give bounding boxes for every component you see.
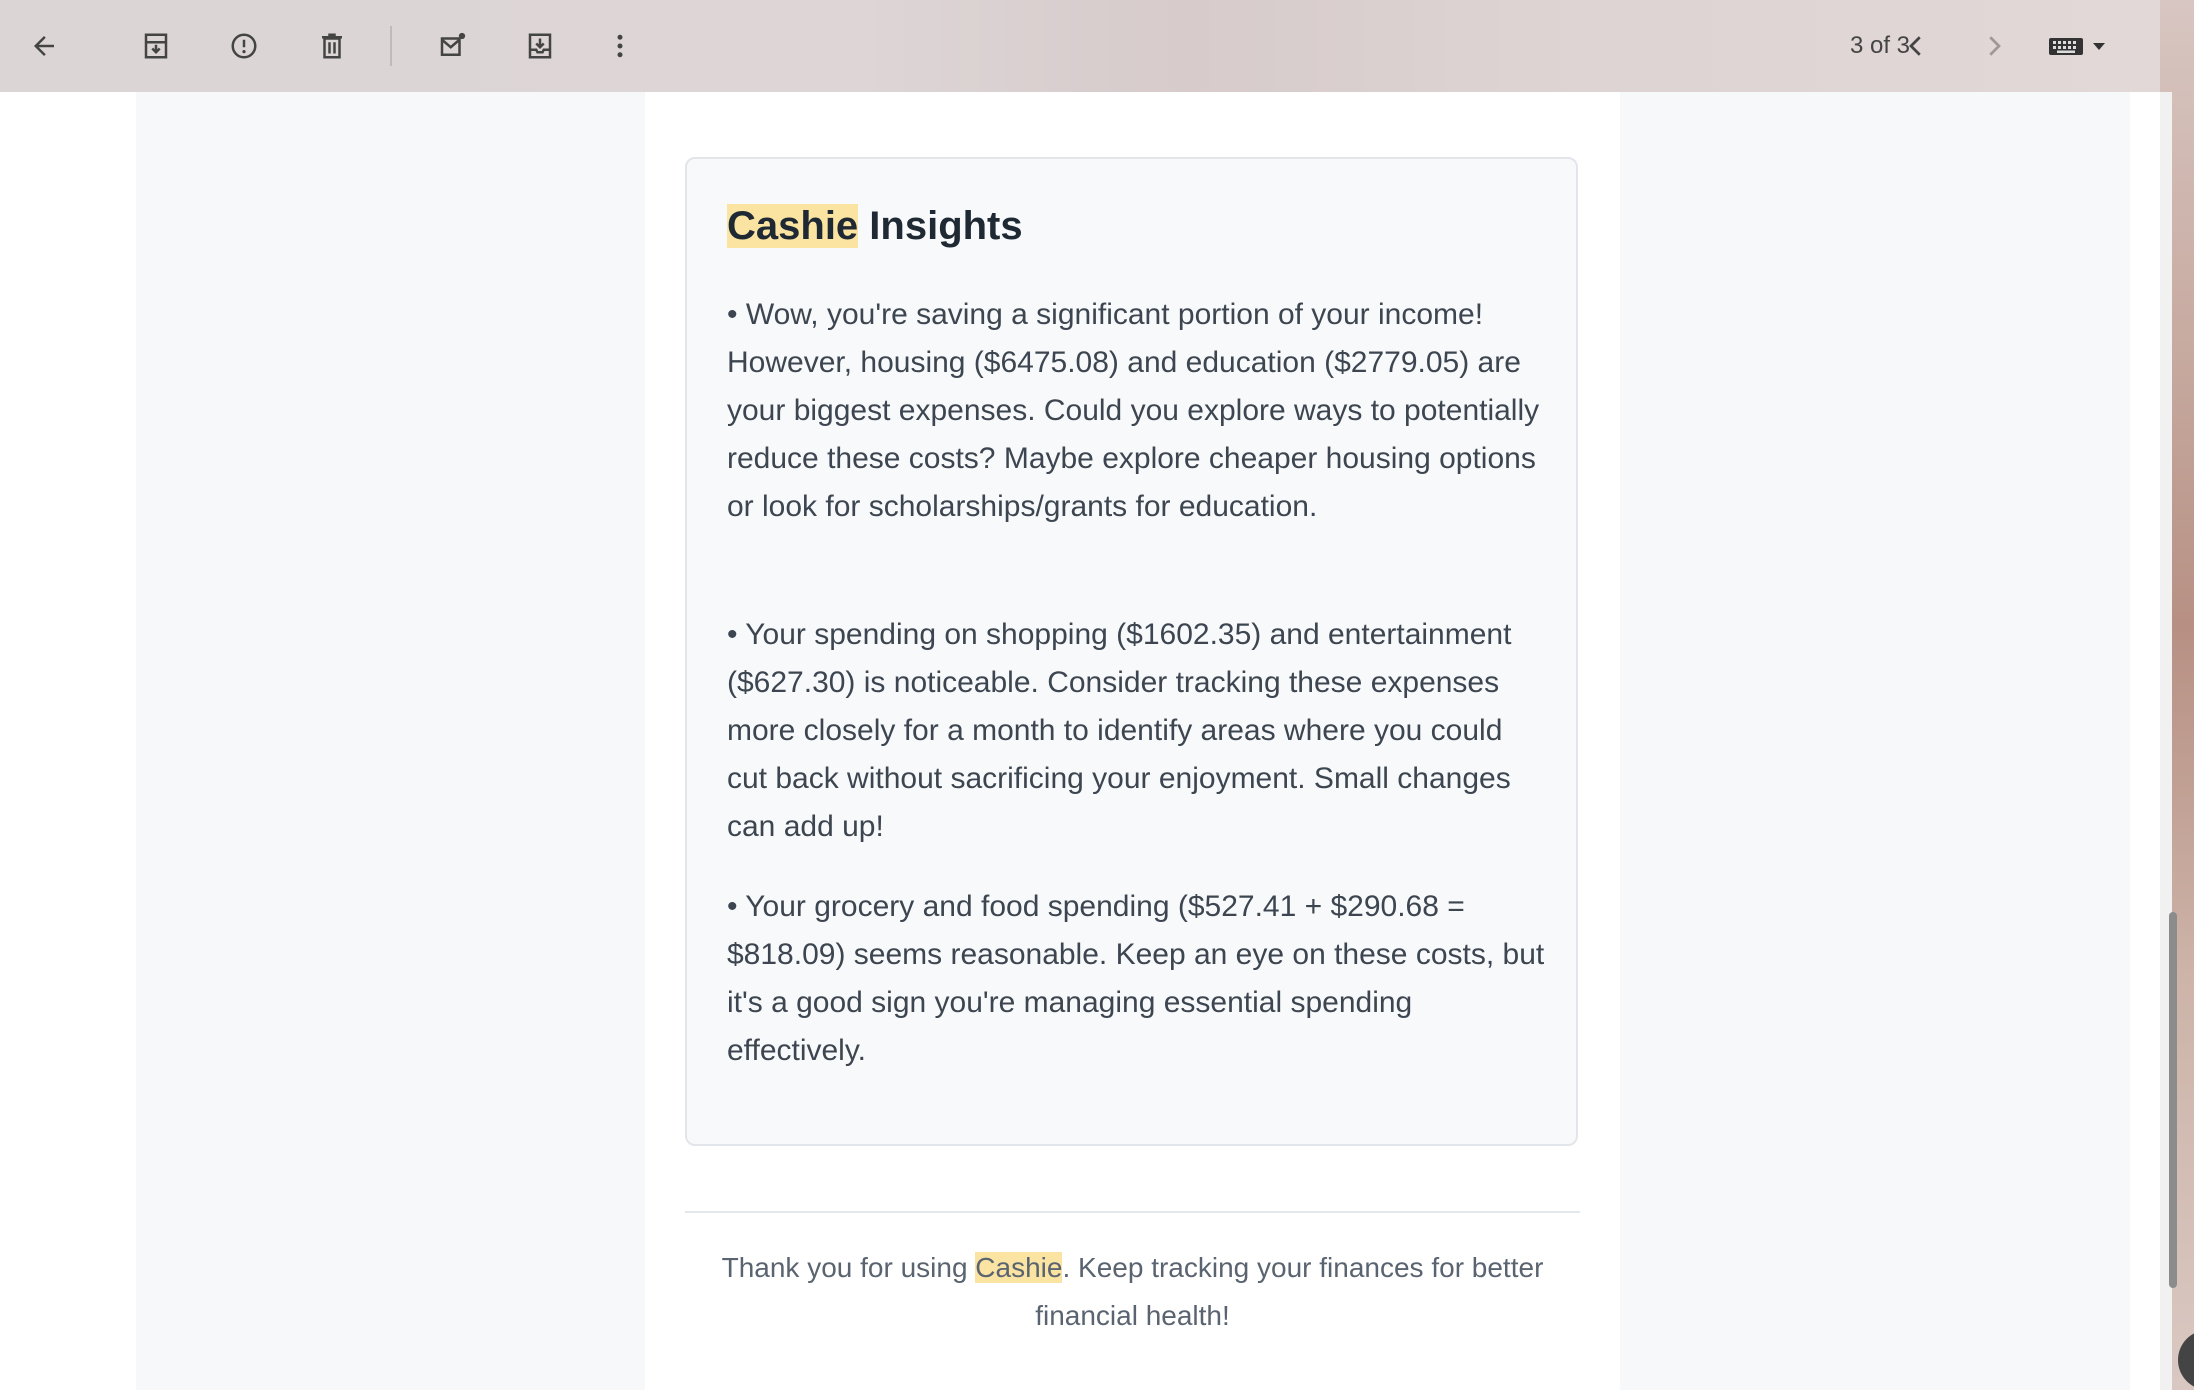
footer-message: Thank you for using Cashie. Keep trackin… bbox=[685, 1244, 1580, 1340]
mark-unread-button[interactable] bbox=[424, 18, 480, 74]
more-vert-icon bbox=[617, 34, 623, 58]
more-options-button[interactable] bbox=[592, 18, 648, 74]
move-to-button[interactable] bbox=[512, 18, 568, 74]
archive-button[interactable] bbox=[128, 18, 184, 74]
report-spam-button[interactable] bbox=[216, 18, 272, 74]
footer-divider bbox=[685, 1211, 1580, 1213]
insights-title-rest: Insights bbox=[858, 204, 1023, 248]
insight-item: • Wow, you're saving a significant porti… bbox=[727, 298, 1540, 523]
mail-unread-icon bbox=[440, 32, 466, 56]
insight-item: • Your spending on shopping ($1602.35) a… bbox=[727, 618, 1512, 843]
insight-item: • Your grocery and food spending ($527.4… bbox=[727, 890, 1545, 1067]
insights-card: Cashie Insights • Wow, you're saving a s… bbox=[685, 157, 1578, 1146]
back-button[interactable] bbox=[16, 18, 72, 74]
chevron-left-icon bbox=[1909, 36, 1921, 56]
older-email-button[interactable] bbox=[1966, 18, 2022, 74]
brand-highlight: Cashie bbox=[727, 204, 859, 248]
footer-prefix: Thank you for using bbox=[721, 1252, 976, 1283]
input-tools-toggle[interactable] bbox=[2048, 28, 2120, 64]
newer-email-button[interactable] bbox=[1888, 18, 1944, 74]
insights-title: Cashie Insights bbox=[727, 201, 1023, 251]
archive-icon bbox=[144, 33, 168, 59]
delete-button[interactable] bbox=[304, 18, 360, 74]
scrollbar-thumb[interactable] bbox=[2169, 912, 2177, 1288]
dropdown-arrow-icon bbox=[2093, 43, 2105, 50]
email-toolbar: 3 of 3 bbox=[0, 0, 2160, 93]
keyboard-icon bbox=[2049, 38, 2083, 55]
brand-highlight: Cashie bbox=[975, 1252, 1063, 1283]
toolbar-separator bbox=[390, 26, 392, 66]
report-icon bbox=[231, 33, 257, 59]
footer-suffix: . Keep tracking your finances for better… bbox=[1035, 1252, 1544, 1331]
chevron-right-icon bbox=[1989, 36, 2001, 56]
arrow-left-icon bbox=[34, 36, 54, 56]
trash-icon bbox=[322, 33, 342, 59]
move-to-inbox-icon bbox=[528, 33, 552, 59]
